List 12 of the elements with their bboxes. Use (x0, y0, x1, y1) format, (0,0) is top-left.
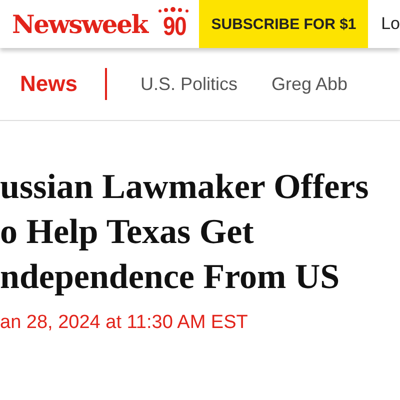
subscribe-button[interactable]: SUBSCRIBE FOR $1 (199, 0, 368, 48)
stars-icon (157, 6, 192, 14)
nav-link[interactable]: U.S. Politics (140, 74, 238, 94)
nav-link[interactable]: Greg Abb (272, 74, 348, 94)
site-logo[interactable]: Newsweek (12, 10, 148, 38)
publish-date: an 28, 2024 at 11:30 AM EST (0, 312, 249, 334)
login-link[interactable]: Lo (381, 14, 400, 34)
nav-link[interactable]: News (20, 71, 78, 97)
headline-line: ndependence From US (0, 256, 341, 298)
headline-line: o Help Texas Get (0, 211, 255, 253)
anniversary-number: 90 (162, 14, 186, 38)
headline-line: ussian Lawmaker Offers (0, 166, 370, 208)
